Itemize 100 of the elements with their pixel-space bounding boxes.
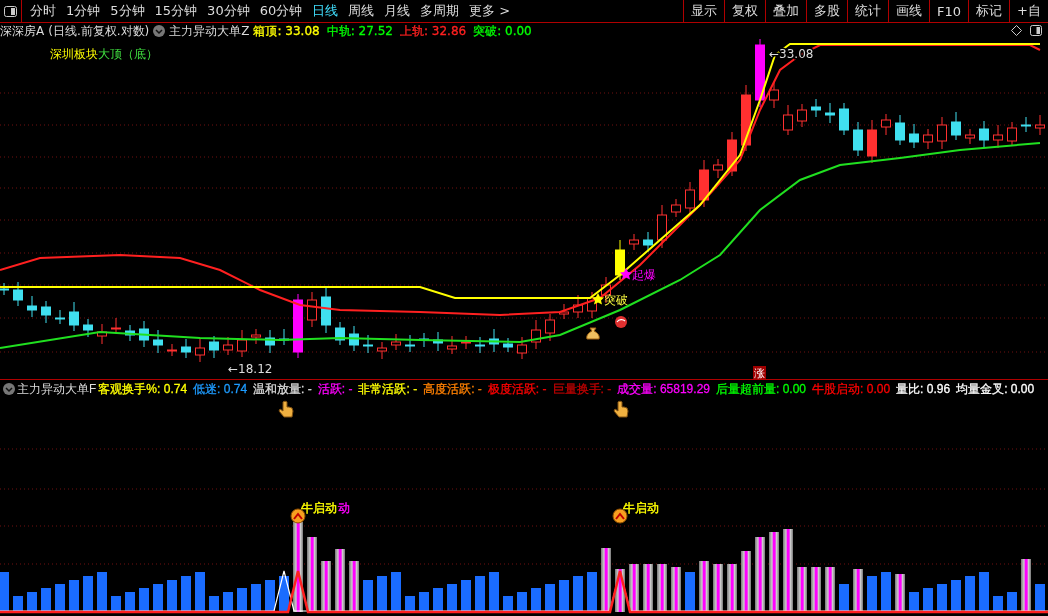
indicator-label: 低迷:: [193, 381, 221, 396]
candlestick: [769, 81, 779, 109]
candlestick: [727, 131, 737, 177]
volume-bar: [0, 572, 9, 612]
candlestick: [251, 328, 261, 345]
panel-toggle-icon[interactable]: [1030, 25, 1042, 36]
candlestick: [531, 319, 541, 350]
candlestick: [783, 104, 793, 136]
volume-bar: [853, 569, 863, 612]
dropdown-icon[interactable]: [153, 25, 166, 37]
indicator-value: -: [307, 381, 312, 396]
volume-bar: [909, 592, 919, 612]
indicator-value: -: [477, 381, 482, 396]
hand-pointer-icon: [613, 400, 629, 418]
indicator-value: 32.86: [431, 23, 467, 38]
indicator-label: 高度活跃:: [423, 381, 475, 396]
indicator-value: 0.00: [505, 23, 532, 38]
dropdown-icon[interactable]: [3, 383, 15, 395]
period-tab[interactable]: 月线: [379, 2, 416, 20]
candlestick: [307, 291, 317, 328]
volume-bar: [601, 548, 611, 612]
chart-mode: (日线.前复权.对数): [48, 22, 150, 40]
volume-bar: [55, 584, 65, 612]
indicator-value: 0.00: [782, 381, 807, 396]
candlestick: [167, 343, 177, 357]
breakout-label: 突破: [604, 293, 628, 307]
volume-bar: [713, 564, 723, 612]
candlestick: [909, 123, 919, 149]
candlestick: [699, 159, 709, 208]
indicator-label: 箱顶:: [253, 23, 282, 38]
candlestick: [83, 318, 93, 338]
candlestick: [713, 158, 723, 179]
volume-bar: [657, 564, 667, 612]
money-bag-icon: [586, 327, 600, 340]
candlestick: [979, 120, 989, 148]
volume-bar: [727, 564, 737, 612]
indicator-value: 0.74: [223, 381, 248, 396]
candlestick: [349, 325, 359, 352]
volume-bar: [251, 584, 261, 612]
indicator-label: 非常活跃:: [358, 381, 410, 396]
volume-bar: [475, 576, 485, 612]
period-tab[interactable]: 更多 >: [464, 2, 516, 20]
period-tab[interactable]: 日线: [307, 2, 344, 20]
volume-bar: [797, 567, 807, 612]
indicator-label: 牛股启动:: [812, 381, 864, 396]
volume-bar: [349, 561, 359, 612]
volume-bar: [97, 572, 107, 612]
volume-bar: [951, 580, 961, 612]
volume-bar: [559, 580, 569, 612]
candlestick: [937, 116, 947, 150]
candlestick: [321, 286, 331, 334]
candlestick: [391, 333, 401, 351]
volume-bar: [965, 576, 975, 612]
indicator-value: -: [413, 381, 418, 396]
price-low-label: ←18.12: [228, 362, 273, 376]
candlestick: [41, 300, 51, 324]
period-tab[interactable]: 多周期: [415, 2, 465, 20]
candlestick: [223, 336, 233, 356]
candlestick: [629, 233, 639, 251]
bull-start-label: 动: [338, 501, 350, 515]
candlestick: [881, 113, 891, 136]
candlestick: [195, 337, 205, 363]
period-tab[interactable]: 分时: [25, 2, 61, 20]
ignite-label: 起爆: [632, 268, 656, 282]
indicator-label: 活跃:: [317, 381, 346, 396]
period-tab[interactable]: 60分钟: [254, 2, 308, 20]
volume-bar: [223, 592, 233, 612]
bull-start-label: 牛启动: [301, 501, 337, 515]
panel-toggle-icon[interactable]: [4, 5, 17, 17]
indicator-label: 客观换手%:: [98, 381, 161, 396]
volume-bar: [643, 564, 653, 612]
volume-bar: [237, 588, 247, 612]
candlestick: [265, 329, 275, 354]
star-icon: [592, 293, 604, 305]
volume-bar: [937, 584, 947, 612]
diamond-icon[interactable]: [1011, 25, 1022, 36]
period-tab[interactable]: 30分钟: [202, 2, 255, 20]
candlestick: [97, 323, 107, 345]
volume-bar: [671, 567, 681, 612]
period-tab[interactable]: 周线: [343, 2, 380, 20]
volume-bar: [433, 588, 443, 612]
period-tab[interactable]: 5分钟: [105, 2, 150, 20]
candlestick: [13, 281, 23, 307]
volume-bar: [335, 549, 345, 612]
candlestick: [811, 98, 821, 118]
volume-bar: [419, 592, 429, 612]
period-tab[interactable]: 1分钟: [61, 2, 106, 20]
candlestick: [923, 128, 933, 150]
volume-bar: [741, 551, 751, 612]
candlestick: [867, 119, 877, 164]
volume-bar: [811, 567, 821, 612]
candlestick: [853, 121, 863, 157]
candlestick: [489, 328, 499, 353]
indicator-value: -: [607, 381, 612, 396]
volume-bar: [587, 572, 597, 612]
indicator-label: 量比:: [896, 381, 924, 396]
volume-bar: [629, 564, 639, 612]
volume-bar: [27, 592, 37, 612]
period-tab[interactable]: 15分钟: [149, 2, 203, 20]
candlestick: [405, 334, 415, 353]
